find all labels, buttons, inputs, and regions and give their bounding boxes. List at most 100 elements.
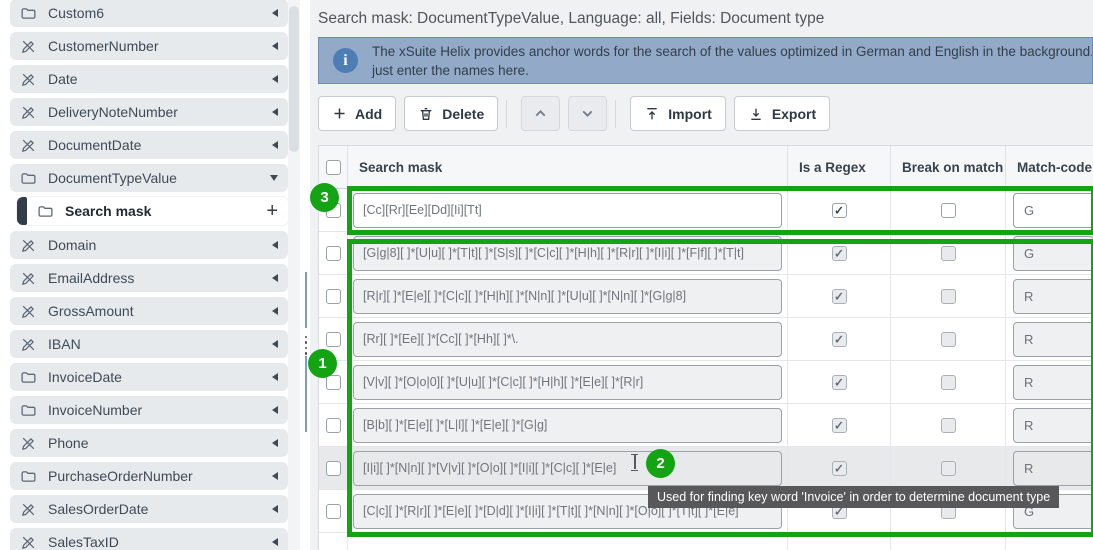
delete-button-label: Delete [442, 106, 484, 122]
row-select-checkbox[interactable] [326, 289, 341, 304]
break-on-match-checkbox[interactable] [941, 203, 956, 218]
panel-resize-handle[interactable] [302, 332, 310, 358]
sidebar-item-invoicenumber[interactable]: InvoiceNumber [10, 396, 288, 424]
sidebar-item-invoicedate[interactable]: InvoiceDate [10, 363, 288, 391]
is-a-regex-checkbox[interactable]: ✓ [832, 418, 847, 433]
search-mask-input[interactable]: [I|i][ ]*[N|n][ ]*[V|v][ ]*[O|o][ ]*[I|i… [353, 451, 782, 486]
match-code-cell: R [1006, 361, 1093, 404]
row-select-checkbox[interactable] [326, 461, 341, 476]
break-on-match-checkbox[interactable] [941, 289, 956, 304]
match-code-input[interactable]: G [1013, 236, 1093, 271]
search-mask-input[interactable]: [V|v][ ]*[O|o|0][ ]*[U|u][ ]*[C|c][ ]*[H… [353, 365, 782, 400]
check-icon: ✓ [834, 419, 844, 431]
row-select-checkbox[interactable] [326, 504, 341, 519]
match-code-input[interactable]: R [1013, 279, 1093, 314]
search-mask-input[interactable]: [Rr][ ]*[Ee][ ]*[Cc][ ]*[Hh][ ]*\. [353, 322, 782, 357]
match-code-input[interactable]: G [1013, 193, 1093, 228]
is-a-regex-cell: ✓ [788, 404, 891, 447]
sidebar-item-date[interactable]: Date [10, 65, 288, 93]
search-mask-cell: [Rr][ ]*[Ee][ ]*[Cc][ ]*[Hh][ ]*\. [348, 318, 788, 361]
search-mask-input[interactable]: [G|g|8][ ]*[U|u][ ]*[T|t][ ]*[S|s][ ]*[C… [353, 236, 782, 271]
match-code-input[interactable]: R [1013, 322, 1093, 357]
sidebar-item-search-mask[interactable]: Search mask+ [17, 197, 288, 225]
add-search-mask-button[interactable]: + [266, 201, 278, 221]
sidebar-item-domain[interactable]: Domain [10, 231, 288, 259]
move-up-button[interactable] [521, 96, 560, 131]
export-button[interactable]: Export [734, 96, 830, 131]
app-window: Custom6 CustomerNumber Date DeliveryNoteNum… [0, 0, 1093, 550]
trash-icon [418, 106, 434, 122]
break-on-match-cell [891, 232, 1006, 275]
match-code-cell: R [1006, 404, 1093, 447]
search-mask-input[interactable]: [B|b][ ]*[E|e][ ]*[L|l][ ]*[E|e][ ]*[G|g… [353, 408, 782, 443]
match-code-cell: R [1006, 275, 1093, 318]
break-on-match-checkbox[interactable] [941, 246, 956, 261]
row-select-checkbox[interactable] [326, 375, 341, 390]
edit-off-icon [20, 270, 37, 287]
annotation-circle-2: 2 [646, 449, 675, 478]
row-select-checkbox[interactable] [326, 418, 341, 433]
row-select-checkbox[interactable] [326, 246, 341, 261]
is-a-regex-checkbox[interactable]: ✓ [832, 289, 847, 304]
break-on-match-checkbox[interactable] [941, 375, 956, 390]
delete-button[interactable]: Delete [404, 96, 498, 131]
sidebar-item-phone[interactable]: Phone [10, 429, 288, 457]
header-is-a-regex: Is a Regex [788, 146, 891, 188]
is-a-regex-checkbox[interactable]: ✓ [832, 203, 847, 218]
row-select-cell [319, 275, 348, 318]
search-mask-input[interactable]: [Cc][Rr][Ee][Dd][Ii][Tt] [353, 193, 782, 228]
export-icon [748, 106, 764, 122]
search-mask-input[interactable]: [R|r][ ]*[E|e][ ]*[C|c][ ]*[H|h][ ]*[N|n… [353, 279, 782, 314]
toolbar: Add Delete Import Export [318, 96, 838, 131]
is-a-regex-checkbox[interactable]: ✓ [832, 246, 847, 261]
sidebar-item-label: EmailAddress [48, 270, 134, 286]
break-on-match-checkbox[interactable] [941, 332, 956, 347]
sidebar-item-custom6[interactable]: Custom6 [10, 0, 288, 27]
toolbar-separator [615, 100, 616, 128]
sidebar-item-deliverynotenumber[interactable]: DeliveryNoteNumber [10, 98, 288, 126]
is-a-regex-checkbox[interactable]: ✓ [832, 375, 847, 390]
check-icon: ✓ [834, 247, 844, 259]
edit-off-icon [20, 71, 37, 88]
break-on-match-checkbox[interactable] [941, 418, 956, 433]
sidebar-item-salesorderdate[interactable]: SalesOrderDate [10, 495, 288, 523]
annotation-circle-1: 1 [308, 349, 337, 378]
sidebar-item-documenttypevalue[interactable]: DocumentTypeValue [10, 164, 288, 192]
is-a-regex-checkbox[interactable]: ✓ [832, 332, 847, 347]
is-a-regex-checkbox[interactable]: ✓ [832, 461, 847, 476]
sidebar-item-purchaseordernumber[interactable]: PurchaseOrderNumber [10, 462, 288, 490]
add-button[interactable]: Add [318, 96, 396, 131]
row-select-checkbox[interactable] [326, 332, 341, 347]
match-code-input[interactable]: R [1013, 365, 1093, 400]
match-code-cell: R [1006, 447, 1093, 490]
break-on-match-checkbox[interactable] [941, 461, 956, 476]
sidebar-item-iban[interactable]: IBAN [10, 330, 288, 358]
sidebar-scrollbar-track[interactable] [288, 0, 300, 550]
is-a-regex-cell: ✓ [788, 232, 891, 275]
break-on-match-cell [891, 318, 1006, 361]
row-select-cell [319, 404, 348, 447]
header-match-code: Match-code [1006, 146, 1093, 188]
sidebar-item-grossamount[interactable]: GrossAmount [10, 297, 288, 325]
move-down-button[interactable] [568, 96, 607, 131]
break-on-match-cell [891, 361, 1006, 404]
sidebar-item-emailaddress[interactable]: EmailAddress [10, 264, 288, 292]
info-banner: i The xSuite Helix provides anchor words… [318, 37, 1093, 84]
break-on-match-cell [891, 275, 1006, 318]
match-code-input[interactable]: R [1013, 451, 1093, 486]
select-all-checkbox[interactable] [326, 160, 341, 175]
edit-off-icon [20, 435, 37, 452]
table-row: [B|b][ ]*[E|e][ ]*[L|l][ ]*[E|e][ ]*[G|g… [319, 404, 1093, 447]
sidebar-item-salestaxid[interactable]: SalesTaxID [10, 528, 288, 550]
field-list-sidebar: Custom6 CustomerNumber Date DeliveryNoteNum… [0, 0, 310, 550]
import-button[interactable]: Import [630, 96, 726, 131]
sidebar-scrollbar-thumb[interactable] [289, 6, 299, 152]
folder-icon [20, 468, 37, 485]
search-mask-cell: [G|g|8][ ]*[U|u][ ]*[T|t][ ]*[S|s][ ]*[C… [348, 232, 788, 275]
sidebar-item-customernumber[interactable]: CustomerNumber [10, 32, 288, 60]
match-code-cell: G [1006, 189, 1093, 232]
sidebar-item-label: Custom6 [48, 5, 104, 21]
match-code-input[interactable]: R [1013, 408, 1093, 443]
sidebar-item-label: IBAN [48, 336, 81, 352]
sidebar-item-documentdate[interactable]: DocumentDate [10, 131, 288, 159]
